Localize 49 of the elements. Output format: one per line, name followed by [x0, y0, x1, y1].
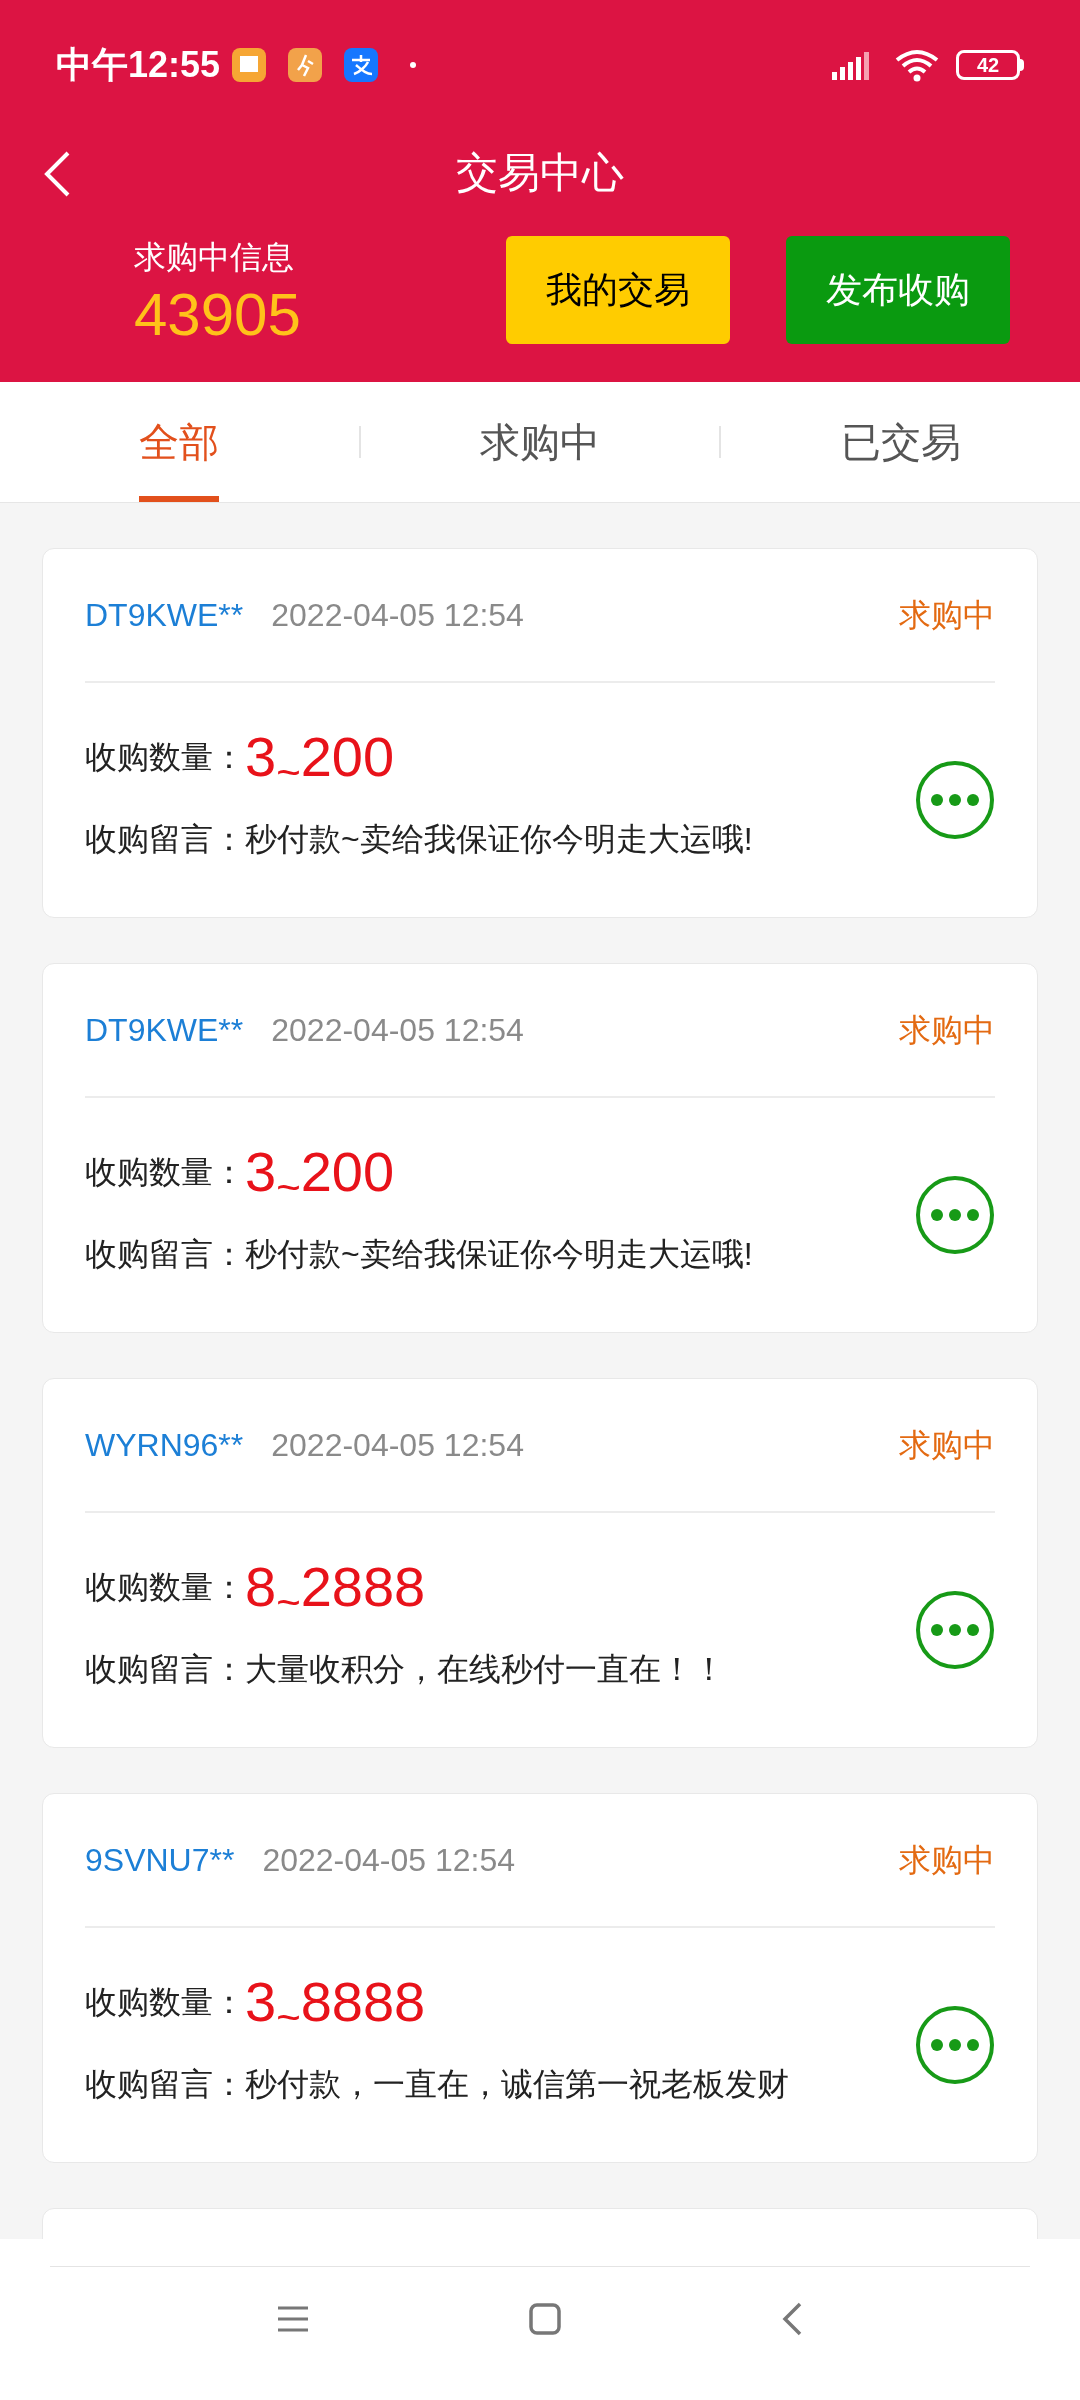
- summary-count: 43905: [134, 280, 302, 350]
- home-icon[interactable]: [529, 2302, 561, 2335]
- back-icon[interactable]: [42, 150, 72, 198]
- quantity-label: 收购数量：: [85, 738, 245, 777]
- summary-label: 求购中信息: [134, 238, 295, 277]
- status-label: 求购中: [899, 1011, 995, 1050]
- message-text: 秒付款~卖给我保证你今明走大运哦!: [245, 1235, 753, 1274]
- more-icon[interactable]: [915, 1175, 995, 1255]
- wifi-icon: [894, 48, 940, 82]
- user-id: DT9KWE**: [85, 1011, 244, 1050]
- quantity-label: 收购数量：: [85, 1568, 245, 1607]
- quantity-range: 3$_{~}$8888: [245, 1972, 426, 2032]
- action-button[interactable]: 发布收购: [786, 236, 1010, 344]
- listing-time: 2022-04-05 12:54: [262, 1841, 516, 1880]
- status-time: 中午12:55: [56, 43, 221, 87]
- quantity-range: 8$_{~}$2888: [245, 1557, 426, 1617]
- message-label: 收购留言：: [85, 1650, 245, 1689]
- payment-app-icon: [344, 48, 379, 82]
- more-icon[interactable]: [915, 1590, 995, 1670]
- quantity-label: 收购数量：: [85, 1983, 245, 2022]
- status-label: 求购中: [899, 1841, 995, 1880]
- tab[interactable]: 求购中: [480, 382, 600, 502]
- listing-time: 2022-04-05 12:54: [271, 1426, 524, 1465]
- message-label: 收购留言：: [85, 2065, 245, 2104]
- menu-icon[interactable]: [277, 2305, 309, 2332]
- quantity-range: 3$_{~}$200: [245, 727, 395, 787]
- tab[interactable]: 全部: [139, 382, 220, 502]
- status-label: 求购中: [899, 596, 995, 635]
- message-text: 秒付款，一直在，诚信第一祝老板发财: [245, 2065, 789, 2104]
- user-id: DT9KWE**: [85, 596, 244, 635]
- more-icon[interactable]: [915, 2005, 995, 2085]
- listing-time: 2022-04-05 12:54: [271, 1011, 524, 1050]
- message-label: 收购留言：: [85, 1235, 245, 1274]
- status-label: 求购中: [899, 1426, 995, 1465]
- listing-time: 2022-04-05 12:54: [271, 596, 524, 635]
- quantity-label: 收购数量：: [85, 1153, 245, 1192]
- more-icon[interactable]: [915, 760, 995, 840]
- app-notification-icon: [232, 48, 267, 82]
- page-title: 交易中心: [456, 148, 624, 198]
- message-label: 收购留言：: [85, 820, 245, 859]
- quantity-range: 3$_{~}$200: [245, 1142, 395, 1202]
- user-id: WYRN96**: [85, 1426, 244, 1465]
- tab[interactable]: 已交易: [840, 382, 961, 502]
- action-button[interactable]: 我的交易: [506, 236, 730, 344]
- notification-dot-icon: [410, 62, 417, 68]
- message-text: 大量收积分，在线秒付一直在！！: [245, 1650, 725, 1689]
- message-text: 秒付款~卖给我保证你今明走大运哦!: [245, 820, 753, 859]
- user-id: 9SVNU7**: [85, 1841, 235, 1880]
- back-icon[interactable]: [781, 2301, 803, 2336]
